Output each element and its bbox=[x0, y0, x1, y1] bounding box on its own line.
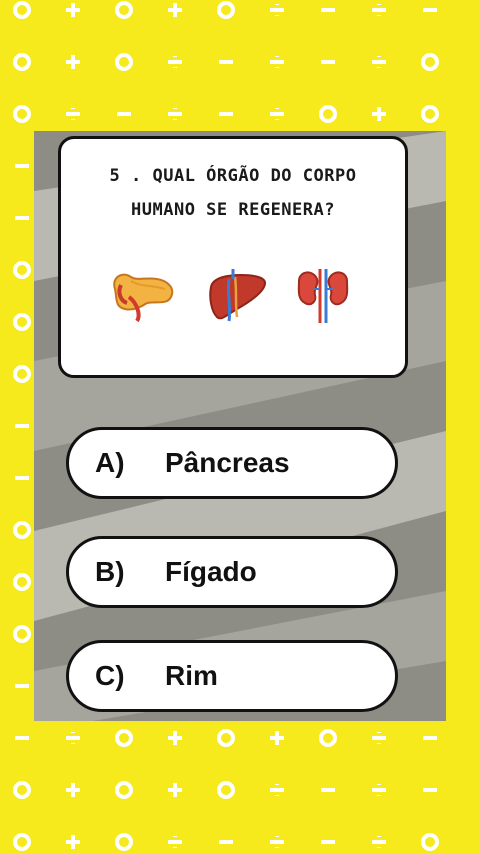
circle-symbol bbox=[115, 833, 133, 851]
divide-symbol bbox=[168, 108, 182, 120]
circle-symbol bbox=[13, 781, 31, 799]
circle-symbol bbox=[13, 521, 31, 539]
divide-symbol bbox=[66, 732, 80, 744]
divide-symbol bbox=[168, 836, 182, 848]
plus-symbol bbox=[372, 107, 386, 121]
circle-symbol bbox=[13, 1, 31, 19]
divide-symbol bbox=[270, 108, 284, 120]
question-line-2: HUMANO SE REGENERA? bbox=[131, 200, 335, 220]
plus-symbol bbox=[66, 3, 80, 17]
divide-symbol bbox=[270, 56, 284, 68]
circle-symbol bbox=[115, 729, 133, 747]
circle-symbol bbox=[421, 53, 439, 71]
divide-symbol bbox=[168, 56, 182, 68]
answer-option-c[interactable]: C) Rim bbox=[66, 640, 398, 712]
answer-letter: A) bbox=[95, 447, 125, 478]
divide-symbol bbox=[372, 56, 386, 68]
answer-label: Fígado bbox=[165, 556, 257, 587]
answer-letter: C) bbox=[95, 660, 125, 691]
circle-symbol bbox=[319, 105, 337, 123]
plus-symbol bbox=[168, 731, 182, 745]
circle-symbol bbox=[13, 573, 31, 591]
circle-symbol bbox=[115, 1, 133, 19]
plus-symbol bbox=[270, 731, 284, 745]
answer-option-a[interactable]: A) Pâncreas bbox=[66, 427, 398, 499]
circle-symbol bbox=[13, 365, 31, 383]
circle-symbol bbox=[421, 833, 439, 851]
divide-symbol bbox=[270, 836, 284, 848]
kidney-icon bbox=[297, 269, 349, 323]
question-text: 5 . QUAL ÓRGÃO DO CORPO HUMANO SE REGENE… bbox=[61, 159, 405, 227]
plus-symbol bbox=[168, 783, 182, 797]
plus-symbol bbox=[66, 55, 80, 69]
liver-icon bbox=[209, 269, 267, 322]
divide-symbol bbox=[66, 108, 80, 120]
circle-symbol bbox=[115, 781, 133, 799]
circle-symbol bbox=[217, 781, 235, 799]
plus-symbol bbox=[168, 3, 182, 17]
divide-symbol bbox=[270, 4, 284, 16]
answer-label: Pâncreas bbox=[165, 447, 290, 478]
circle-symbol bbox=[115, 53, 133, 71]
divide-symbol bbox=[270, 784, 284, 796]
circle-symbol bbox=[13, 105, 31, 123]
question-line-1: 5 . QUAL ÓRGÃO DO CORPO bbox=[109, 166, 357, 186]
divide-symbol bbox=[372, 732, 386, 744]
circle-symbol bbox=[13, 625, 31, 643]
circle-symbol bbox=[319, 729, 337, 747]
circle-symbol bbox=[421, 105, 439, 123]
circle-symbol bbox=[217, 1, 235, 19]
divide-symbol bbox=[372, 4, 386, 16]
answer-letter: B) bbox=[95, 556, 125, 587]
divide-symbol bbox=[372, 836, 386, 848]
answer-label: Rim bbox=[165, 660, 218, 691]
plus-symbol bbox=[66, 783, 80, 797]
circle-symbol bbox=[13, 313, 31, 331]
answer-option-b[interactable]: B) Fígado bbox=[66, 536, 398, 608]
circle-symbol bbox=[13, 53, 31, 71]
divide-symbol bbox=[372, 784, 386, 796]
circle-symbol bbox=[13, 833, 31, 851]
pancreas-icon bbox=[113, 273, 174, 323]
question-card: 5 . QUAL ÓRGÃO DO CORPO HUMANO SE REGENE… bbox=[58, 136, 408, 378]
circle-symbol bbox=[217, 729, 235, 747]
plus-symbol bbox=[66, 835, 80, 849]
circle-symbol bbox=[13, 261, 31, 279]
